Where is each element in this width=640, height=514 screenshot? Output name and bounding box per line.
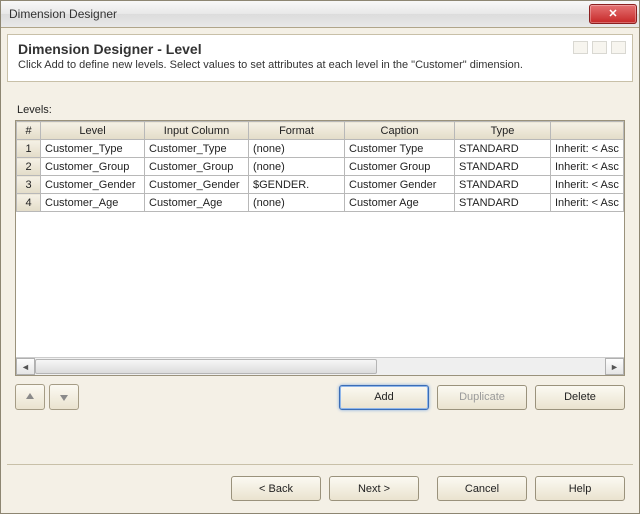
cell-level[interactable]: Customer_Gender (41, 176, 145, 194)
cell-format[interactable]: (none) (249, 140, 345, 158)
move-down-button[interactable] (49, 384, 79, 410)
scroll-left-arrow-icon[interactable]: ◄ (16, 358, 35, 375)
cell-format[interactable]: (none) (249, 194, 345, 212)
cell-format[interactable]: (none) (249, 158, 345, 176)
duplicate-button[interactable]: Duplicate (437, 385, 527, 410)
page-description: Click Add to define new levels. Select v… (18, 59, 622, 71)
scroll-right-arrow-icon[interactable]: ► (605, 358, 624, 375)
window-title: Dimension Designer (9, 7, 589, 21)
cell-sort[interactable]: Inherit: < Asc (551, 176, 624, 194)
cell-sort[interactable]: Inherit: < Asc (551, 158, 624, 176)
cell-input-column[interactable]: Customer_Group (145, 158, 249, 176)
cell-type[interactable]: STANDARD (455, 176, 551, 194)
cell-sort[interactable]: Inherit: < Asc (551, 194, 624, 212)
titlebar: Dimension Designer ✕ (1, 1, 639, 28)
footer-divider (7, 464, 633, 465)
cell-format[interactable]: $GENDER. (249, 176, 345, 194)
back-button[interactable]: < Back (231, 476, 321, 501)
cell-row-number: 3 (17, 176, 41, 194)
cell-caption[interactable]: Customer Type (345, 140, 455, 158)
cell-row-number: 4 (17, 194, 41, 212)
cell-input-column[interactable]: Customer_Gender (145, 176, 249, 194)
col-header-type[interactable]: Type (455, 122, 551, 140)
cell-caption[interactable]: Customer Age (345, 194, 455, 212)
close-button[interactable]: ✕ (589, 4, 637, 24)
levels-table[interactable]: # Level Input Column Format Caption Type… (16, 121, 624, 212)
cell-level[interactable]: Customer_Age (41, 194, 145, 212)
wizard-icons (573, 41, 626, 54)
help-button[interactable]: Help (535, 476, 625, 501)
scroll-track[interactable] (35, 359, 605, 374)
cell-type[interactable]: STANDARD (455, 140, 551, 158)
next-button[interactable]: Next > (329, 476, 419, 501)
wizard-icon (592, 41, 607, 54)
col-header-input-column[interactable]: Input Column (145, 122, 249, 140)
wizard-footer: < Back Next > Cancel Help (1, 466, 639, 513)
table-row[interactable]: 4 Customer_Age Customer_Age (none) Custo… (17, 194, 624, 212)
cell-type[interactable]: STANDARD (455, 158, 551, 176)
cell-caption[interactable]: Customer Gender (345, 176, 455, 194)
arrow-down-icon (58, 391, 70, 403)
move-up-button[interactable] (15, 384, 45, 410)
table-row[interactable]: 1 Customer_Type Customer_Type (none) Cus… (17, 140, 624, 158)
levels-label: Levels: (17, 104, 625, 116)
cell-row-number: 2 (17, 158, 41, 176)
cell-row-number: 1 (17, 140, 41, 158)
horizontal-scrollbar[interactable]: ◄ ► (16, 357, 624, 375)
cancel-button[interactable]: Cancel (437, 476, 527, 501)
col-header-format[interactable]: Format (249, 122, 345, 140)
cell-level[interactable]: Customer_Type (41, 140, 145, 158)
col-header-caption[interactable]: Caption (345, 122, 455, 140)
wizard-icon (611, 41, 626, 54)
col-header-sort[interactable] (551, 122, 624, 140)
page-title: Dimension Designer - Level (18, 41, 622, 57)
arrow-up-icon (24, 391, 36, 403)
cell-type[interactable]: STANDARD (455, 194, 551, 212)
col-header-number[interactable]: # (17, 122, 41, 140)
cell-input-column[interactable]: Customer_Age (145, 194, 249, 212)
table-row[interactable]: 2 Customer_Group Customer_Group (none) C… (17, 158, 624, 176)
wizard-icon (573, 41, 588, 54)
table-row[interactable]: 3 Customer_Gender Customer_Gender $GENDE… (17, 176, 624, 194)
col-header-level[interactable]: Level (41, 122, 145, 140)
cell-level[interactable]: Customer_Group (41, 158, 145, 176)
add-button[interactable]: Add (339, 385, 429, 410)
cell-input-column[interactable]: Customer_Type (145, 140, 249, 158)
scroll-thumb[interactable] (35, 359, 377, 374)
cell-caption[interactable]: Customer Group (345, 158, 455, 176)
close-icon: ✕ (608, 9, 617, 20)
table-header-row: # Level Input Column Format Caption Type (17, 122, 624, 140)
delete-button[interactable]: Delete (535, 385, 625, 410)
levels-table-container: # Level Input Column Format Caption Type… (15, 120, 625, 376)
cell-sort[interactable]: Inherit: < Asc (551, 140, 624, 158)
wizard-header: Dimension Designer - Level Click Add to … (7, 34, 633, 82)
